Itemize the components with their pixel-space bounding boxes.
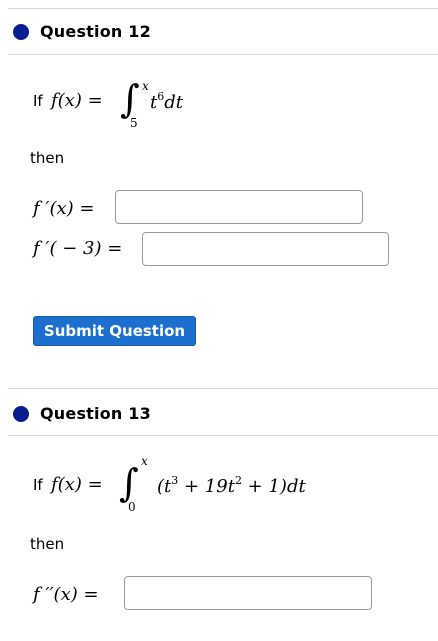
- integral-lower-limit: 5: [130, 116, 138, 130]
- question-status-icon: [13, 406, 29, 422]
- if-label: If: [33, 476, 43, 494]
- if-label: If: [33, 92, 43, 110]
- integral-sign: ∫: [119, 461, 139, 505]
- answer1-input[interactable]: [124, 576, 372, 610]
- answer1-input[interactable]: [115, 190, 363, 224]
- divider-q13-top: [8, 388, 438, 389]
- question-12-title: Question 12: [40, 22, 151, 41]
- divider-q13-header: [8, 435, 438, 436]
- answer1-label: f ′(x) =: [33, 198, 95, 219]
- answer2-label: f ′( − 3) =: [33, 238, 123, 259]
- then-label: then: [30, 149, 65, 167]
- question-13-title: Question 13: [40, 404, 151, 423]
- integrand: (t3 + 19t2 + 1)dt: [157, 474, 306, 497]
- integral-upper-limit: x: [141, 454, 148, 468]
- integral-lower-limit: 0: [128, 500, 136, 514]
- integrand: t6dt: [150, 90, 183, 113]
- integral-sign: ∫: [120, 77, 140, 121]
- integral-upper-limit: x: [142, 79, 149, 93]
- question-status-icon: [13, 24, 29, 40]
- answer2-input[interactable]: [142, 232, 389, 266]
- answer1-label: f ′′(x) =: [33, 584, 99, 605]
- divider-q12-header: [8, 54, 438, 55]
- then-label: then: [30, 535, 65, 553]
- submit-question-button[interactable]: Submit Question: [33, 316, 196, 346]
- divider-top: [8, 8, 438, 9]
- function-lhs: f(x) =: [51, 474, 103, 495]
- function-lhs: f(x) =: [51, 90, 103, 111]
